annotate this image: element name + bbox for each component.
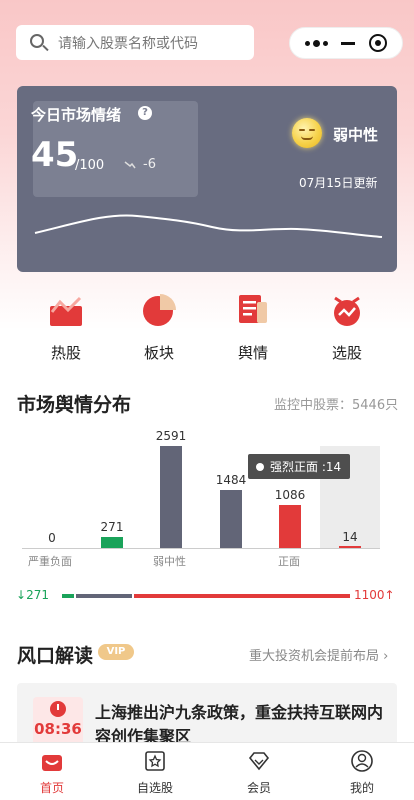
- distribution-title: 市场舆情分布: [17, 394, 132, 416]
- chevron-right-icon: ›: [383, 649, 389, 664]
- score-total: /100: [75, 158, 105, 173]
- nav-label: 热股: [50, 344, 81, 362]
- bottom-tab-bar: 首页 自选股 会员 我的: [0, 742, 414, 800]
- tab-profile[interactable]: 我的: [327, 749, 397, 796]
- chart-axis: [22, 548, 380, 549]
- chart-bar[interactable]: [220, 490, 242, 548]
- card-title: 今日市场情绪: [31, 106, 122, 124]
- tab-label: 首页: [39, 781, 64, 795]
- ratio-bar-negative: [62, 594, 74, 598]
- axis-label: 弱中性: [153, 555, 186, 568]
- search-icon: [28, 32, 50, 54]
- axis-label: 正面: [278, 555, 300, 568]
- star-icon: [143, 749, 167, 773]
- nav-public-opinion[interactable]: 舆情: [218, 292, 288, 363]
- score-change: -6: [143, 157, 156, 172]
- minimize-icon[interactable]: [341, 41, 356, 45]
- neutral-face-icon: [292, 118, 322, 148]
- ratio-bar-neutral: [76, 594, 132, 598]
- chart-bar[interactable]: [160, 446, 182, 548]
- search-placeholder: 请输入股票名称或代码: [58, 35, 198, 52]
- diamond-icon: [247, 749, 271, 773]
- tab-watchlist[interactable]: 自选股: [120, 749, 190, 796]
- ratio-bar-positive: [134, 594, 350, 598]
- nav-sectors[interactable]: 板块: [124, 292, 194, 363]
- tab-label: 自选股: [136, 781, 173, 795]
- nav-label: 板块: [143, 344, 174, 362]
- nav-hot-stocks[interactable]: 热股: [31, 292, 101, 363]
- more-icon[interactable]: [304, 39, 328, 47]
- home-icon: [40, 749, 64, 773]
- bar-value-label: 1086: [274, 488, 306, 502]
- chart-bar[interactable]: [101, 537, 123, 548]
- tab-label: 我的: [349, 781, 374, 795]
- trend-down-icon: [124, 161, 136, 169]
- nav-label: 选股: [331, 344, 362, 362]
- close-target-icon[interactable]: [369, 34, 388, 52]
- tab-home[interactable]: 首页: [17, 749, 87, 796]
- tooltip-text: 强烈正面 :14: [270, 460, 342, 474]
- sentiment-trend-line: [34, 214, 383, 238]
- hot-topic-link[interactable]: 重大投资机会提前布局 ›: [249, 645, 388, 664]
- news-time: 08:36: [34, 720, 82, 738]
- monitor-count: 监控中股票：5446只: [274, 398, 399, 413]
- help-icon[interactable]: ?: [138, 106, 152, 120]
- negative-count: ↓271: [16, 588, 49, 602]
- nav-label: 舆情: [237, 344, 268, 362]
- bar-value-label: 0: [48, 531, 56, 545]
- mood-label: 弱中性: [333, 126, 379, 144]
- update-date: 07月15日更新: [299, 176, 378, 190]
- positive-count: 1100↑: [354, 588, 395, 602]
- search-bar[interactable]: 请输入股票名称或代码: [16, 25, 254, 60]
- user-icon: [350, 749, 374, 773]
- sector-pie-icon: [141, 292, 177, 328]
- miniapp-capsule: [289, 27, 403, 59]
- nav-stock-picker[interactable]: 选股: [312, 292, 382, 363]
- hot-topic-title: 风口解读: [17, 645, 94, 667]
- axis-label: 严重负面: [28, 555, 72, 568]
- bar-value-label: 14: [342, 530, 358, 544]
- hot-stock-icon: [48, 292, 84, 328]
- news-doc-icon: [235, 292, 271, 328]
- tab-membership[interactable]: 会员: [224, 749, 294, 796]
- alarm-clock-icon: [50, 701, 66, 717]
- chart-bar[interactable]: [279, 505, 301, 548]
- bar-value-label: 271: [100, 520, 124, 534]
- stock-picker-icon: [329, 292, 365, 328]
- chart-tooltip: 强烈正面 :14: [248, 454, 350, 479]
- bar-value-label: 2591: [155, 429, 187, 443]
- market-sentiment-card[interactable]: 今日市场情绪 ? 45 /100 -6 弱中性 07月15日更新: [17, 86, 397, 272]
- tab-label: 会员: [246, 781, 271, 795]
- vip-badge: VIP: [98, 644, 134, 660]
- sentiment-score: 45: [31, 135, 79, 175]
